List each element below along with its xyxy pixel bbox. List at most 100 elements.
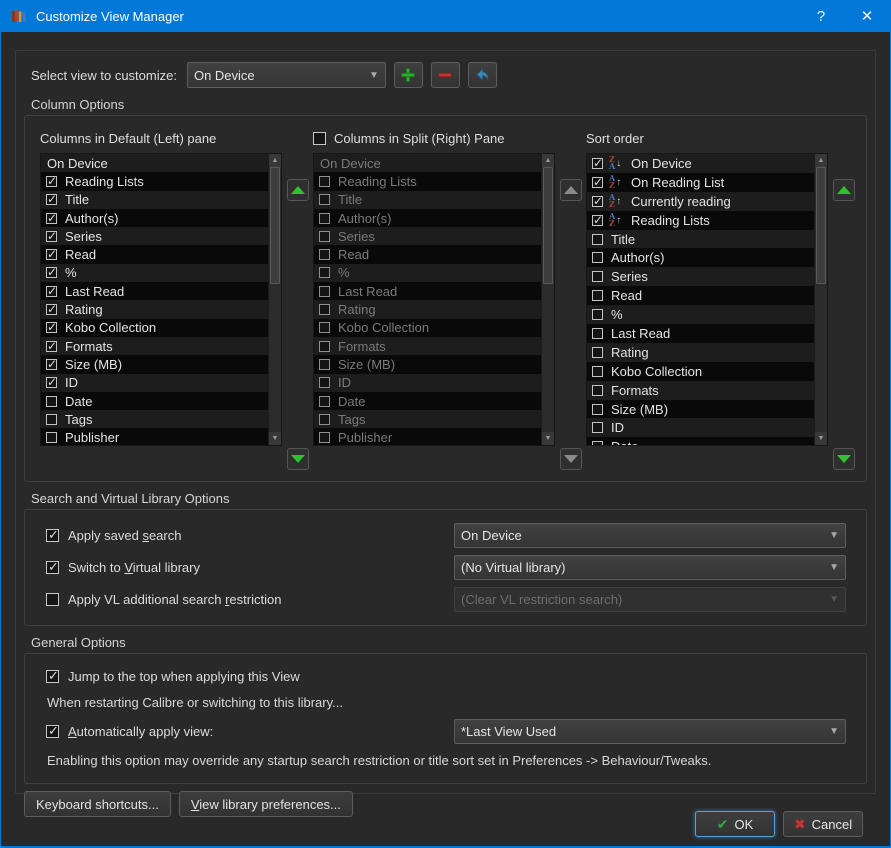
delete-view-button[interactable]: [430, 62, 460, 88]
item-checkbox[interactable]: [46, 247, 57, 261]
list-item[interactable]: Formats: [41, 336, 268, 356]
rename-view-button[interactable]: [467, 62, 497, 88]
saved-search-dropdown[interactable]: On Device ▼: [454, 522, 846, 548]
item-checkbox[interactable]: [592, 156, 603, 170]
item-checkbox[interactable]: [592, 175, 603, 189]
item-checkbox[interactable]: [46, 375, 57, 389]
checkbox[interactable]: [46, 559, 59, 575]
list-item[interactable]: Series: [587, 267, 814, 287]
scrollbar-thumb[interactable]: [543, 167, 553, 284]
list-item[interactable]: Date: [587, 437, 814, 445]
virtual-library-dropdown[interactable]: (No Virtual library) ▼: [454, 554, 846, 580]
checkbox[interactable]: [46, 527, 59, 543]
item-checkbox[interactable]: [46, 357, 57, 371]
item-checkbox[interactable]: [592, 233, 603, 245]
list-item[interactable]: Rating: [41, 300, 268, 319]
list-item[interactable]: Tags: [41, 410, 268, 429]
list-item[interactable]: Size (MB): [587, 399, 814, 419]
list-item[interactable]: Kobo Collection: [41, 318, 268, 337]
item-checkbox[interactable]: [592, 252, 603, 264]
list-item[interactable]: Rating: [587, 342, 814, 362]
checkbox[interactable]: [46, 592, 59, 606]
list-item[interactable]: Kobo Collection: [587, 361, 814, 381]
item-checkbox[interactable]: [592, 403, 603, 415]
list-item[interactable]: Last Read: [41, 282, 268, 301]
apply-saved-search-checkbox[interactable]: Apply saved search: [46, 527, 454, 543]
move-down-button[interactable]: [287, 448, 309, 470]
keyboard-shortcuts-button[interactable]: Keyboard shortcuts...: [24, 791, 171, 817]
item-checkbox[interactable]: [46, 320, 57, 334]
item-checkbox[interactable]: [592, 213, 603, 227]
item-checkbox[interactable]: [46, 413, 57, 425]
item-checkbox[interactable]: [46, 395, 57, 407]
list-item[interactable]: Title: [587, 229, 814, 249]
item-checkbox[interactable]: [46, 339, 57, 353]
item-checkbox[interactable]: [46, 211, 57, 225]
scroll-up-icon[interactable]: ▲: [815, 154, 827, 167]
auto-apply-view-dropdown[interactable]: *Last View Used ▼: [454, 718, 846, 744]
close-button[interactable]: ✕: [844, 0, 890, 32]
item-checkbox[interactable]: [592, 365, 603, 377]
list-item[interactable]: ZA↓ On Device: [587, 154, 814, 173]
list-item[interactable]: Series: [41, 227, 268, 246]
scroll-up-icon[interactable]: ▲: [269, 154, 281, 167]
list-item[interactable]: Publisher: [41, 428, 268, 445]
list-item[interactable]: Read: [41, 245, 268, 264]
help-button[interactable]: ?: [798, 0, 844, 32]
apply-vl-restriction-checkbox[interactable]: Apply VL additional search restriction: [46, 592, 454, 607]
add-view-button[interactable]: [393, 62, 423, 88]
item-checkbox[interactable]: [46, 284, 57, 298]
scrollbar-thumb[interactable]: [270, 167, 280, 284]
auto-apply-view-checkbox[interactable]: Automatically apply view:: [46, 723, 454, 739]
item-checkbox[interactable]: [46, 302, 57, 316]
ok-button[interactable]: ✔ OK: [695, 811, 775, 837]
scroll-down-icon[interactable]: ▼: [815, 432, 827, 445]
list-item[interactable]: Read: [587, 286, 814, 306]
move-up-button[interactable]: [287, 179, 309, 201]
item-checkbox[interactable]: [46, 192, 57, 206]
split-pane-checkbox[interactable]: [313, 131, 326, 145]
move-down-button[interactable]: [833, 448, 855, 470]
list-item[interactable]: Last Read: [587, 324, 814, 343]
list-item[interactable]: Formats: [587, 380, 814, 400]
list-item[interactable]: ID: [587, 418, 814, 438]
item-checkbox[interactable]: [592, 384, 603, 396]
item-checkbox[interactable]: [46, 174, 57, 188]
item-checkbox[interactable]: [46, 432, 57, 444]
list-item[interactable]: Author(s): [41, 208, 268, 228]
item-checkbox[interactable]: [592, 290, 603, 302]
item-checkbox[interactable]: [592, 346, 603, 358]
list-item[interactable]: %: [587, 305, 814, 325]
cancel-button[interactable]: ✖ Cancel: [783, 811, 863, 837]
move-up-button[interactable]: [833, 179, 855, 201]
view-library-preferences-button[interactable]: View library preferences...: [178, 791, 353, 817]
view-select-dropdown[interactable]: On Device ▼: [186, 62, 386, 88]
right-pane-scrollbar[interactable]: ▲ ▼: [541, 154, 554, 445]
item-checkbox[interactable]: [592, 194, 603, 208]
item-checkbox[interactable]: [592, 309, 603, 321]
list-item[interactable]: AZ↑ Reading Lists: [587, 210, 814, 230]
list-item[interactable]: Date: [41, 391, 268, 411]
item-checkbox[interactable]: [592, 271, 603, 283]
item-checkbox[interactable]: [592, 441, 603, 445]
scroll-down-icon[interactable]: ▼: [269, 432, 281, 445]
list-item[interactable]: Author(s): [587, 248, 814, 268]
item-checkbox[interactable]: [46, 265, 57, 279]
list-item[interactable]: Reading Lists: [41, 172, 268, 191]
item-checkbox[interactable]: [592, 422, 603, 434]
jump-to-top-checkbox[interactable]: Jump to the top when applying this View: [46, 668, 846, 684]
list-item[interactable]: %: [41, 263, 268, 283]
checkbox[interactable]: [46, 723, 59, 739]
scroll-up-icon[interactable]: ▲: [542, 154, 554, 167]
list-item[interactable]: Title: [41, 190, 268, 209]
scroll-down-icon[interactable]: ▼: [542, 432, 554, 445]
list-item[interactable]: ID: [41, 373, 268, 392]
checkbox[interactable]: [46, 668, 59, 684]
left-pane-scrollbar[interactable]: ▲ ▼: [268, 154, 281, 445]
list-item[interactable]: AZ↑ On Reading List: [587, 172, 814, 192]
switch-virtual-library-checkbox[interactable]: Switch to Virtual library: [46, 559, 454, 575]
list-item[interactable]: AZ↑ Currently reading: [587, 191, 814, 211]
list-item[interactable]: Size (MB): [41, 355, 268, 374]
item-checkbox[interactable]: [46, 229, 57, 243]
sort-order-scrollbar[interactable]: ▲ ▼: [814, 154, 827, 445]
